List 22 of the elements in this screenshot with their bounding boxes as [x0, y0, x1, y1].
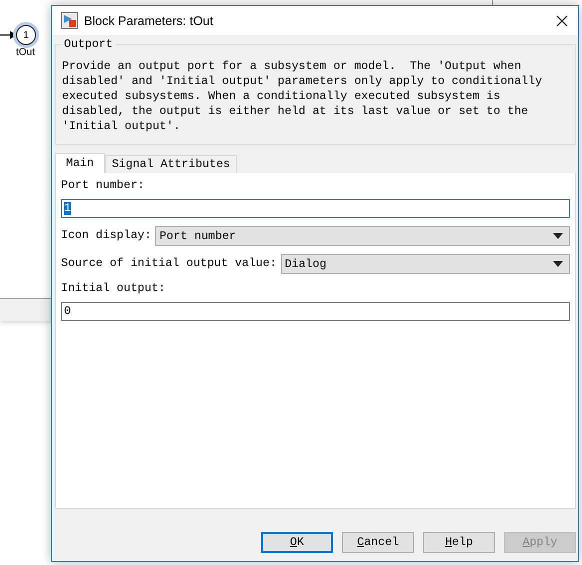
dialog-button[interactable]: Cancel: [342, 532, 414, 553]
caret-icon: [553, 261, 563, 267]
group-title: Outport: [61, 38, 116, 52]
dialog-button[interactable]: OK: [261, 532, 333, 553]
tab[interactable]: Signal Attributes: [104, 155, 238, 173]
field-label: Source of initial output value:: [61, 257, 277, 271]
field-label: Initial output:: [61, 282, 166, 296]
window-title: Block Parameters: tOut: [84, 14, 214, 28]
input-field[interactable]: 1: [61, 199, 570, 218]
description-text: Provide an output port for a subsystem or model. The 'Output when disabled' and 'Initial output' parameters only apply to conditionally executed subsystems. When a conditionally executed subsystem is disabled, the output is either held at its last value or set to the 'Initial output'.: [62, 59, 544, 134]
field-label: Port number:: [61, 179, 146, 193]
block-label: tOut: [16, 47, 35, 58]
outport-block[interactable]: 1: [16, 25, 36, 45]
dialog-button[interactable]: Help: [423, 532, 495, 553]
tab[interactable]: Main: [55, 153, 105, 173]
dropdown[interactable]: Port number: [155, 226, 570, 246]
field-label: Icon display:: [61, 229, 152, 243]
dropdown[interactable]: Dialog: [280, 254, 570, 274]
block-icon: [61, 12, 78, 29]
caret-icon: [553, 233, 563, 239]
close-icon[interactable]: [555, 14, 569, 28]
input-field[interactable]: 0: [61, 302, 570, 321]
